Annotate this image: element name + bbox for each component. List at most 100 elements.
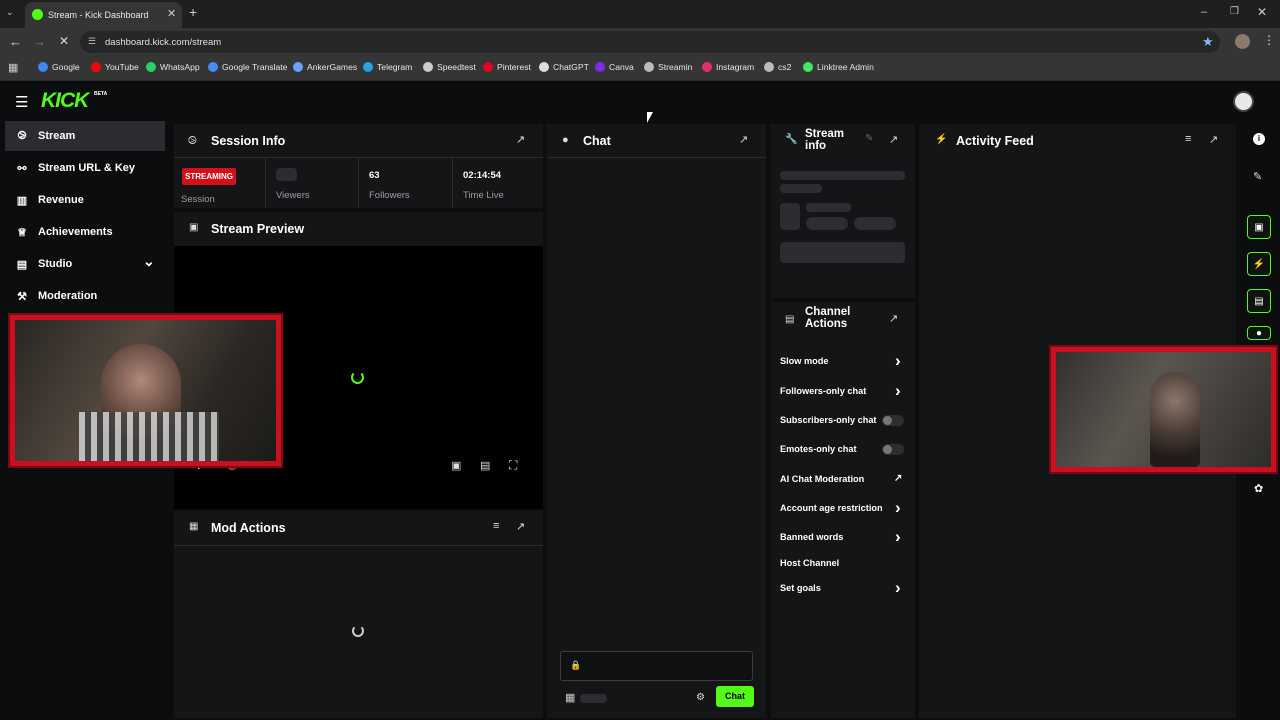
apps-grid-icon[interactable]: ▦ bbox=[8, 61, 18, 74]
bookmark-favicon-icon bbox=[208, 62, 218, 72]
chevron-right-icon[interactable]: › bbox=[895, 381, 901, 401]
hamburger-menu-icon[interactable]: ☰ bbox=[15, 93, 28, 111]
sidebar-item-studio[interactable]: ▤ Studio ⌄ bbox=[5, 249, 165, 279]
bookmark-youtube[interactable]: YouTube bbox=[91, 62, 139, 72]
bookmark-telegram[interactable]: Telegram bbox=[363, 62, 412, 72]
broadcast-icon: ⧁ bbox=[17, 129, 27, 142]
browser-tab[interactable]: Stream - Kick Dashboard ✕ bbox=[25, 2, 182, 28]
chart-icon: ▥ bbox=[16, 194, 28, 207]
more-widgets-icon[interactable]: ✿ bbox=[1254, 482, 1263, 495]
chat-widget-icon[interactable]: ● bbox=[1247, 326, 1271, 340]
wrench-icon: 🔧 bbox=[785, 134, 798, 145]
chevron-right-icon[interactable]: › bbox=[895, 351, 901, 371]
sidebar-item-stream[interactable]: ⧁ Stream bbox=[5, 121, 165, 151]
bookmark-favicon-icon bbox=[363, 62, 373, 72]
channel-action-followers-only-chat[interactable]: Followers-only chat bbox=[780, 386, 866, 396]
bookmark-canva[interactable]: Canva bbox=[595, 62, 634, 72]
user-avatar[interactable] bbox=[1233, 91, 1254, 112]
channel-action-slow-mode[interactable]: Slow mode bbox=[780, 356, 829, 366]
minimize-icon[interactable]: – bbox=[1201, 6, 1207, 18]
followers-label: Followers bbox=[369, 190, 410, 201]
chat-divider bbox=[547, 157, 766, 158]
notes-widget-icon[interactable]: ▤ bbox=[1247, 289, 1271, 313]
bookmark-cs2[interactable]: cs2 bbox=[764, 62, 791, 72]
expand-icon[interactable]: ↗ bbox=[1209, 133, 1218, 146]
forward-icon[interactable]: → bbox=[33, 34, 46, 49]
channel-action-banned-words[interactable]: Banned words bbox=[780, 532, 843, 542]
chat-settings-icon[interactable]: ⚙ bbox=[696, 692, 705, 703]
channel-action-account-age-restriction[interactable]: Account age restriction bbox=[780, 503, 883, 513]
title-skeleton-short bbox=[780, 184, 822, 193]
chevron-right-icon[interactable]: › bbox=[895, 578, 901, 598]
filter-icon[interactable]: ≡ bbox=[493, 520, 499, 532]
theater-mode-icon[interactable]: ▤ bbox=[480, 459, 490, 472]
toggle-switch[interactable] bbox=[882, 444, 904, 455]
bookmark-favicon-icon bbox=[483, 62, 493, 72]
bookmark-chatgpt[interactable]: ChatGPT bbox=[539, 62, 589, 72]
tab-close-icon[interactable]: ✕ bbox=[167, 7, 176, 20]
chevron-right-icon[interactable]: › bbox=[895, 527, 901, 547]
category-name-skeleton bbox=[806, 203, 851, 212]
maximize-icon[interactable]: ❐ bbox=[1230, 6, 1239, 17]
channel-action-host-channel[interactable]: Host Channel bbox=[780, 558, 839, 568]
back-icon[interactable]: ← bbox=[9, 34, 22, 49]
stop-loading-icon[interactable]: ✕ bbox=[59, 34, 69, 48]
bookmark-favicon-icon bbox=[764, 62, 774, 72]
tab-title: Stream - Kick Dashboard bbox=[48, 10, 149, 20]
filter-icon[interactable]: ≡ bbox=[1185, 133, 1191, 145]
bookmark-star-icon[interactable]: ★ bbox=[1202, 34, 1214, 50]
edit-pencil-icon[interactable]: ✎ bbox=[865, 133, 873, 144]
sidebar-item-label: Achievements bbox=[38, 226, 113, 238]
session-widget-icon[interactable]: ▣ bbox=[1247, 215, 1271, 239]
url-text: dashboard.kick.com/stream bbox=[105, 37, 222, 48]
expand-icon[interactable]: ↗ bbox=[889, 133, 898, 146]
site-info-icon[interactable]: ☰ bbox=[88, 36, 96, 47]
sidebar-item-moderation[interactable]: ⚒ Moderation bbox=[5, 281, 165, 311]
bookmark-google-translate[interactable]: Google Translate bbox=[208, 62, 287, 72]
expand-icon[interactable]: ↗ bbox=[516, 133, 525, 146]
bookmark-whatsapp[interactable]: WhatsApp bbox=[146, 62, 200, 72]
activity-widget-icon[interactable]: ⚡ bbox=[1247, 252, 1271, 276]
toggle-switch[interactable] bbox=[882, 415, 904, 426]
chevron-down-icon[interactable]: ⌄ bbox=[143, 253, 155, 270]
profile-avatar[interactable] bbox=[1235, 34, 1250, 49]
bookmark-favicon-icon bbox=[702, 62, 712, 72]
mod-actions-panel: ▦ Mod Actions ≡ ↗ bbox=[174, 511, 543, 718]
chevron-right-icon[interactable]: › bbox=[895, 498, 901, 518]
bookmark-favicon-icon bbox=[803, 62, 813, 72]
bookmark-linktree-admin[interactable]: Linktree Admin bbox=[803, 62, 874, 72]
kick-logo[interactable]: KICK bbox=[41, 89, 89, 113]
sidebar-item-achievements[interactable]: ♕ Achievements bbox=[5, 217, 165, 247]
pip-icon[interactable]: ▣ bbox=[451, 459, 461, 472]
external-link-icon[interactable]: ↗ bbox=[894, 473, 902, 484]
bookmark-streamin[interactable]: Streamin bbox=[644, 62, 692, 72]
expand-icon[interactable]: ↗ bbox=[889, 312, 898, 325]
channel-action-set-goals[interactable]: Set goals bbox=[780, 583, 821, 593]
store-icon[interactable]: ▦ bbox=[565, 691, 575, 704]
chat-send-button[interactable]: Chat bbox=[716, 686, 754, 707]
browser-menu-icon[interactable]: ⋮ bbox=[1263, 33, 1275, 47]
sidebar-item-stream-url-key[interactable]: ⚯ Stream URL & Key bbox=[5, 153, 165, 183]
stream-info-title-line2: info bbox=[805, 140, 827, 152]
bookmark-ankergames[interactable]: AnkerGames bbox=[293, 62, 357, 72]
channel-action-ai-chat-moderation[interactable]: AI Chat Moderation bbox=[780, 474, 864, 484]
fullscreen-icon[interactable]: ⛶ bbox=[509, 458, 517, 473]
address-bar[interactable]: ☰ dashboard.kick.com/stream ★ bbox=[80, 31, 1220, 53]
expand-icon[interactable]: ↗ bbox=[739, 133, 748, 146]
channel-action-emotes-only-chat[interactable]: Emotes-only chat bbox=[780, 444, 857, 454]
expand-icon[interactable]: ↗ bbox=[516, 520, 525, 533]
bookmark-favicon-icon bbox=[146, 62, 156, 72]
new-tab-icon[interactable]: + bbox=[189, 4, 197, 20]
bookmark-pinterest[interactable]: Pinterest bbox=[483, 62, 531, 72]
channel-action-subscribers-only-chat[interactable]: Subscribers-only chat bbox=[780, 415, 877, 425]
bookmark-instagram[interactable]: Instagram bbox=[702, 62, 754, 72]
edit-layout-icon[interactable]: ✎ bbox=[1253, 170, 1262, 183]
sidebar-item-revenue[interactable]: ▥ Revenue bbox=[5, 185, 165, 215]
bookmark-speedtest[interactable]: Speedtest bbox=[423, 62, 476, 72]
bookmark-google[interactable]: Google bbox=[38, 62, 80, 72]
info-icon[interactable]: i bbox=[1253, 133, 1265, 145]
chat-input[interactable]: 🔒 bbox=[560, 651, 753, 681]
stream-preview-title: Stream Preview bbox=[211, 222, 305, 236]
window-close-icon[interactable]: ✕ bbox=[1257, 5, 1267, 19]
tab-list-dropdown-icon[interactable]: ⌄ bbox=[6, 7, 14, 18]
